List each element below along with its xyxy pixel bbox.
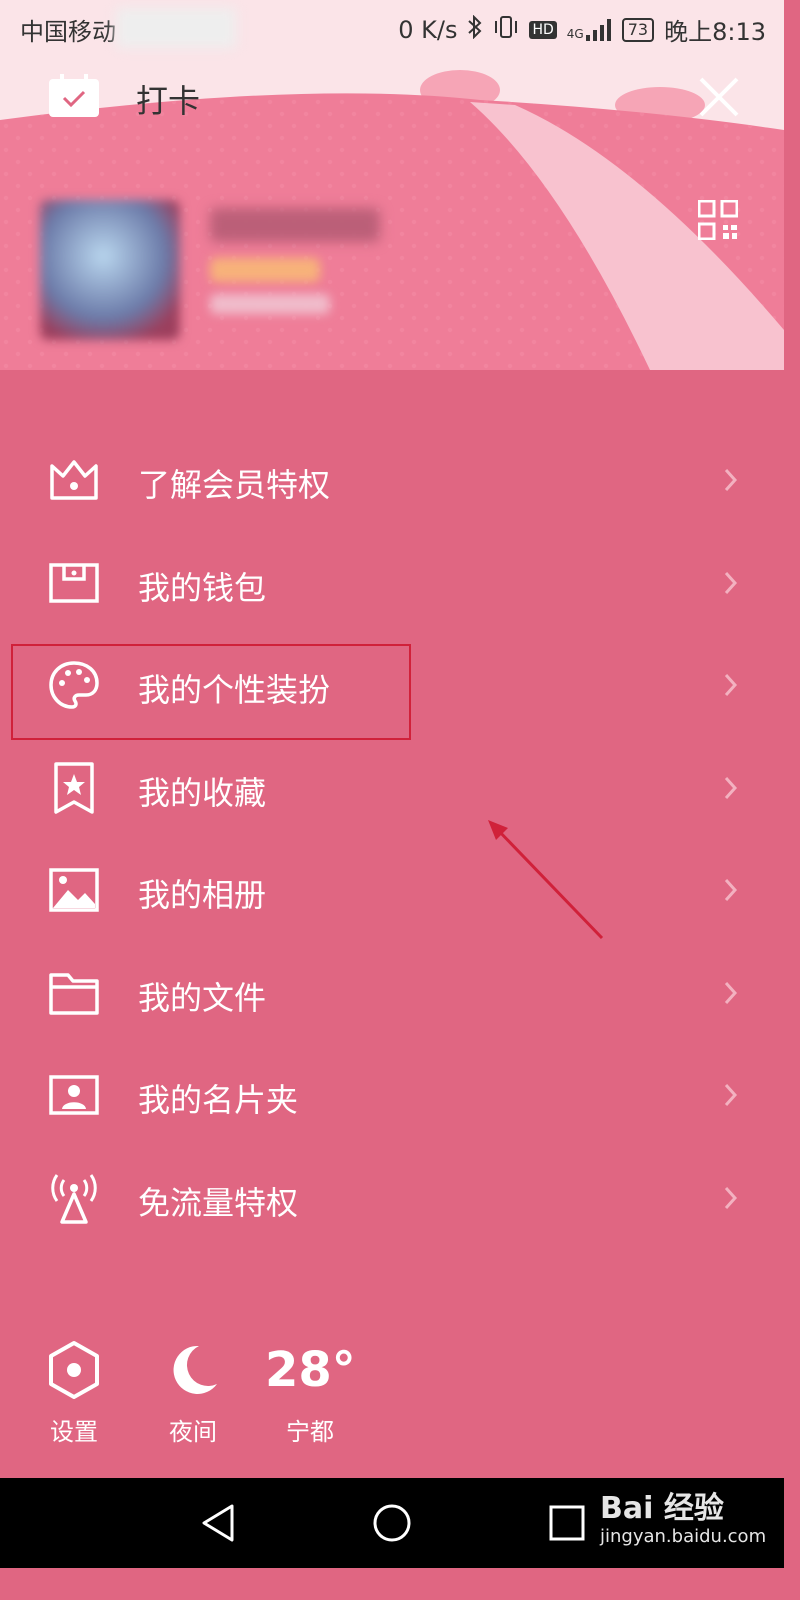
status-bar: 中国移动 0 K/s HD 4G 73 晚上8:13 — [0, 0, 784, 56]
watermark-brand: Bai 经验 — [600, 1491, 724, 1526]
avatar[interactable] — [40, 200, 180, 340]
menu-item-label: 我的相册 — [138, 876, 267, 914]
chevron-right-icon — [722, 671, 740, 699]
menu-item-label: 免流量特权 — [138, 1183, 299, 1222]
blurred-status-text — [116, 8, 236, 48]
crown-icon — [48, 454, 100, 506]
side-menu: 了解会员特权 我的钱包 我的个性装扮 我的收藏 我的相册 我的文件 我的名片夹 … — [0, 430, 784, 1250]
contact-card-icon — [48, 1069, 100, 1121]
menu-item-free-data[interactable]: 免流量特权 — [0, 1148, 784, 1251]
settings-button[interactable]: 设置 — [29, 1340, 119, 1447]
vibrate-icon — [493, 15, 519, 45]
carrier-name: 中国移动 — [20, 18, 116, 46]
blurred-signature — [210, 294, 330, 314]
temperature: 28° — [265, 1342, 356, 1398]
hexagon-settings-icon — [46, 1340, 102, 1400]
calendar-check-icon[interactable] — [48, 74, 100, 118]
hd-badge: HD — [529, 20, 557, 39]
profile-section[interactable] — [0, 190, 784, 350]
menu-item-label: 了解会员特权 — [138, 466, 331, 504]
menu-item-album[interactable]: 我的相册 — [0, 840, 784, 943]
net-speed: 0 K/s — [398, 15, 458, 44]
menu-item-label: 我的文件 — [138, 978, 267, 1017]
blurred-vip-badge — [210, 258, 320, 282]
battery-icon: 73 — [621, 17, 655, 42]
wallet-icon — [48, 557, 100, 609]
watermark-url: jingyan.baidu.com — [600, 1526, 767, 1547]
blurred-nickname — [210, 208, 380, 242]
menu-item-label: 我的名片夹 — [138, 1081, 299, 1119]
menu-item-favorites[interactable]: 我的收藏 — [0, 738, 784, 841]
battery-level: 73 — [627, 20, 649, 39]
chevron-right-icon — [722, 1184, 740, 1212]
back-icon[interactable] — [198, 1502, 240, 1544]
chevron-right-icon — [722, 876, 740, 904]
system-nav-bar: Bai 经验 jingyan.baidu.com — [0, 1478, 784, 1568]
status-icons: 0 K/s HD 4G 73 晚上8:13 — [398, 12, 766, 47]
signal-icon — [585, 18, 611, 41]
city-name: 宁都 — [286, 1418, 334, 1446]
chevron-right-icon — [722, 1081, 740, 1109]
menu-item-files[interactable]: 我的文件 — [0, 943, 784, 1046]
clock: 晚上8:13 — [664, 18, 766, 46]
top-bar: 打卡 — [0, 60, 784, 140]
folder-icon — [48, 967, 100, 1019]
night-mode-button[interactable]: 夜间 — [148, 1340, 238, 1447]
settings-label: 设置 — [50, 1418, 98, 1446]
recents-icon[interactable] — [546, 1502, 588, 1544]
close-icon[interactable] — [698, 76, 740, 118]
chevron-right-icon — [722, 466, 740, 494]
menu-item-wallet[interactable]: 我的钱包 — [0, 533, 784, 636]
checkin-label[interactable]: 打卡 — [136, 76, 200, 122]
moon-icon — [165, 1340, 221, 1400]
bookmark-star-icon — [48, 761, 100, 814]
menu-item-contact-cards[interactable]: 我的名片夹 — [0, 1045, 784, 1148]
annotation-arrow — [480, 810, 610, 945]
menu-item-label: 我的钱包 — [138, 568, 267, 607]
qr-code-icon[interactable] — [697, 199, 739, 241]
network-type: 4G — [567, 18, 612, 41]
chevron-right-icon — [722, 774, 740, 802]
baidu-jingyan-watermark: Bai 经验 jingyan.baidu.com — [600, 1491, 767, 1548]
bluetooth-icon — [467, 14, 483, 45]
menu-item-vip-privileges[interactable]: 了解会员特权 — [0, 430, 784, 533]
chevron-right-icon — [722, 569, 740, 597]
antenna-icon — [48, 1172, 100, 1224]
menu-item-label: 我的收藏 — [138, 773, 267, 812]
chevron-right-icon — [722, 979, 740, 1007]
bottom-bar: 设置 夜间 28° 宁都 — [0, 1340, 784, 1450]
highlight-box — [11, 644, 411, 740]
weather-widget[interactable]: 28° 宁都 — [265, 1340, 356, 1447]
night-label: 夜间 — [169, 1418, 217, 1446]
home-icon[interactable] — [371, 1502, 413, 1544]
photo-icon — [48, 864, 100, 916]
